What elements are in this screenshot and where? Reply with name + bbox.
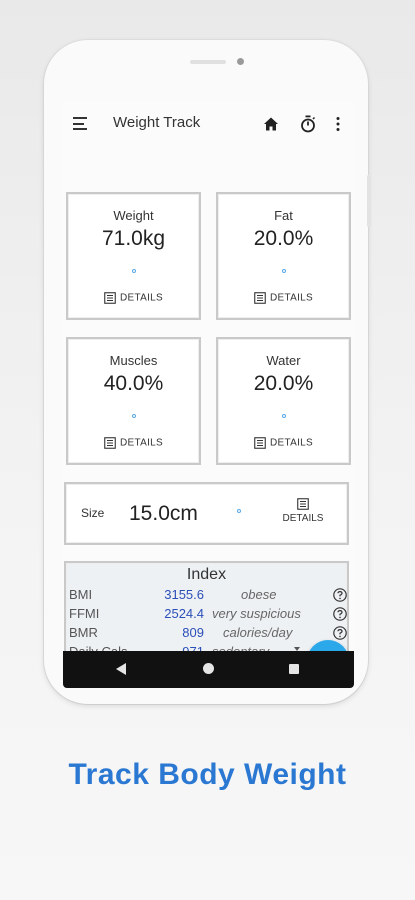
phone-frame: Weight Track Weight 71.0kg DETAILS Fat 2… (44, 40, 371, 704)
help-icon[interactable] (333, 626, 347, 640)
size-details-label: DETAILS (282, 513, 324, 524)
nav-home-icon[interactable] (203, 663, 214, 674)
muscles-details-label: DETAILS (119, 437, 164, 449)
timer-icon[interactable] (300, 115, 316, 133)
phone-side-button (367, 175, 371, 227)
phone-camera (237, 58, 244, 65)
recents-icon[interactable] (289, 664, 299, 674)
index-value: 809 (182, 625, 204, 640)
index-row-bmr: BMR 809 calories/day (69, 625, 347, 643)
phone-speaker (190, 60, 226, 64)
muscles-value: 40.0% (103, 372, 164, 395)
weight-indicator-dot (132, 269, 136, 273)
weight-label: Weight (113, 208, 154, 223)
fat-label: Fat (274, 208, 293, 223)
index-value: 2524.4 (164, 606, 204, 621)
muscles-indicator-dot (132, 414, 136, 418)
back-icon[interactable] (116, 663, 126, 675)
size-card[interactable]: Size 15.0cm DETAILS (64, 482, 349, 545)
water-details-label: DETAILS (269, 437, 314, 449)
promo-caption: Track Body Weight (68, 758, 347, 791)
details-icon (297, 498, 309, 510)
weight-card[interactable]: Weight 71.0kg DETAILS (66, 192, 201, 320)
home-icon[interactable] (263, 116, 279, 132)
index-description: calories/day (223, 625, 293, 640)
water-card[interactable]: Water 20.0% DETAILS (216, 337, 351, 465)
index-row-ffmi: FFMI 2524.4 very suspicious (69, 606, 347, 624)
weight-details-label: DETAILS (119, 292, 164, 304)
index-description: very suspicious (212, 606, 301, 621)
index-label: FFMI (69, 606, 100, 621)
size-details-button[interactable]: DETAILS (281, 498, 325, 524)
muscles-card[interactable]: Muscles 40.0% DETAILS (66, 337, 201, 465)
index-card: Index BMI 3155.6 obese FFMI 2524.4 very … (64, 561, 349, 665)
index-value: 3155.6 (164, 587, 204, 602)
size-value: 15.0cm (129, 502, 198, 525)
fat-card[interactable]: Fat 20.0% DETAILS (216, 192, 351, 320)
android-nav-bar (63, 651, 354, 688)
more-vert-icon[interactable] (335, 116, 341, 132)
muscles-label: Muscles (109, 353, 158, 368)
app-screen: Weight Track Weight 71.0kg DETAILS Fat 2… (63, 102, 354, 688)
index-title: Index (186, 566, 227, 583)
index-label: BMI (69, 587, 93, 602)
app-title: Weight Track (113, 114, 201, 131)
fat-details-button[interactable]: DETAILS (218, 292, 349, 304)
weight-value: 71.0kg (101, 227, 166, 250)
details-icon (254, 292, 266, 304)
index-row-bmi: BMI 3155.6 obese (69, 587, 347, 605)
water-value: 20.0% (253, 372, 314, 395)
fat-value: 20.0% (253, 227, 314, 250)
water-details-button[interactable]: DETAILS (218, 437, 349, 449)
index-label: BMR (69, 625, 98, 640)
details-icon (254, 437, 266, 449)
fat-indicator-dot (282, 269, 286, 273)
details-icon (104, 292, 116, 304)
index-description: obese (241, 587, 277, 602)
help-icon[interactable] (333, 607, 347, 621)
size-indicator-dot (237, 509, 241, 513)
weight-details-button[interactable]: DETAILS (68, 292, 199, 304)
fat-details-label: DETAILS (269, 292, 314, 304)
help-icon[interactable] (333, 588, 347, 602)
details-icon (104, 437, 116, 449)
water-indicator-dot (282, 414, 286, 418)
water-label: Water (266, 353, 301, 368)
size-label: Size (81, 506, 105, 520)
menu-icon[interactable] (73, 117, 87, 130)
muscles-details-button[interactable]: DETAILS (68, 437, 199, 449)
app-bar: Weight Track (63, 102, 354, 146)
